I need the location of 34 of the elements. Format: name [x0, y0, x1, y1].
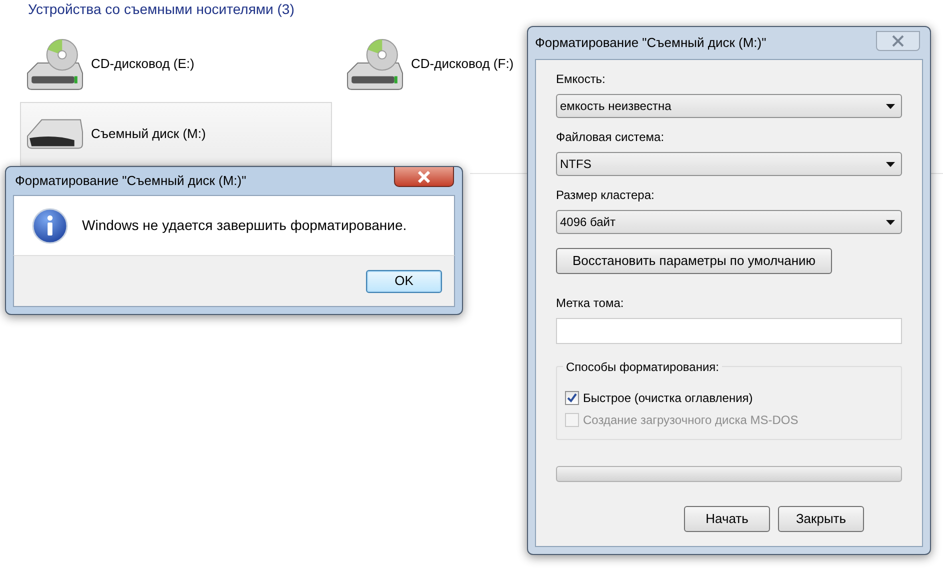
- checkbox[interactable]: [565, 391, 579, 405]
- dropdown[interactable]: 4096 байт: [556, 210, 902, 234]
- volume-label-field[interactable]: [556, 318, 902, 344]
- message-text: Windows не удается завершить форматирование.: [82, 216, 407, 235]
- checkbox-label: Создание загрузочного диска MS-DOS: [583, 412, 798, 429]
- dropdown[interactable]: NTFS: [556, 152, 902, 176]
- dropdown-arrow-icon: [886, 220, 895, 224]
- drive-item[interactable]: CD-дисковод (E:): [20, 32, 332, 96]
- info-icon: [32, 208, 68, 244]
- cd-drive-icon: [347, 38, 403, 90]
- cd-drive-icon: [27, 38, 83, 90]
- window-title: Форматирование "Съемный диск (M:)": [535, 34, 766, 52]
- field-label: Емкость:: [556, 71, 606, 88]
- close-icon: [417, 170, 431, 182]
- field-label: Файловая система:: [556, 129, 666, 146]
- dropdown-arrow-icon: [886, 104, 895, 108]
- ok-button[interactable]: OK: [366, 270, 442, 292]
- drive-label: CD-дисковод (F:): [411, 55, 514, 74]
- window-title: Форматирование "Съемный диск (M:)": [14, 172, 246, 190]
- dialog-button[interactable]: Начать: [684, 506, 770, 532]
- drive-label: CD-дисковод (E:): [91, 55, 194, 74]
- close-icon: [891, 35, 905, 47]
- restore-defaults-button[interactable]: Восстановить параметры по умолчанию: [556, 248, 832, 274]
- group-header: Устройства со съемными носителями (3): [27, 1, 294, 18]
- field-label: Размер кластера:: [556, 187, 656, 204]
- dialog-button[interactable]: Закрыть: [778, 506, 864, 532]
- drive-item[interactable]: Съемный диск (M:): [20, 102, 332, 166]
- dropdown[interactable]: емкость неизвестна: [556, 94, 902, 118]
- checkbox-label: Быстрое (очистка оглавления): [583, 390, 753, 407]
- dropdown-arrow-icon: [886, 162, 895, 166]
- removable-drive-icon: [27, 119, 83, 149]
- drive-label: Съемный диск (M:): [91, 125, 206, 144]
- field-label: Метка тома:: [556, 295, 625, 312]
- close-button[interactable]: [394, 167, 454, 187]
